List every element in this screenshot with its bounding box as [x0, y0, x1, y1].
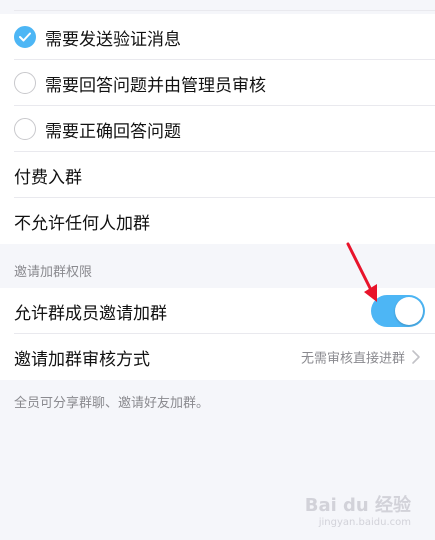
watermark-sub: jingyan.baidu.com: [318, 517, 411, 528]
baidu-watermark: Bai du 经验 jingyan.baidu.com: [305, 491, 411, 528]
invite-review-value: 无需审核直接进群: [300, 351, 405, 367]
chevron-right-icon: [412, 350, 420, 364]
radio-icon: [14, 72, 36, 94]
top-divider: [14, 10, 435, 11]
footnote: 全员可分享群聊、邀请好友加群。: [14, 396, 210, 411]
invite-review-item[interactable]: 邀请加群审核方式 无需审核直接进群: [0, 334, 435, 380]
paid-join-label: 付费入群: [14, 167, 82, 188]
watermark-main: Bai du 经验: [304, 495, 411, 516]
check-icon: [14, 26, 36, 48]
option-send-verification[interactable]: 需要发送验证消息: [0, 14, 435, 60]
option-label: 需要正确回答问题: [45, 121, 181, 142]
no-one-join-item[interactable]: 不允许任何人加群: [0, 198, 435, 244]
option-label: 需要回答问题并由管理员审核: [45, 75, 266, 96]
toggle-knob: [395, 297, 423, 325]
option-answer-and-review[interactable]: 需要回答问题并由管理员审核: [0, 60, 435, 106]
red-arrow-annotation: [346, 242, 377, 302]
option-answer-correctly[interactable]: 需要正确回答问题: [0, 106, 435, 152]
no-one-join-label: 不允许任何人加群: [14, 213, 150, 234]
radio-icon: [14, 118, 36, 140]
invite-review-label: 邀请加群审核方式: [14, 349, 150, 370]
option-label: 需要发送验证消息: [45, 29, 181, 50]
allow-member-invite-label: 允许群成员邀请加群: [14, 303, 167, 324]
paid-join-item[interactable]: 付费入群: [0, 152, 435, 198]
join-settings-card: 需要发送验证消息 需要回答问题并由管理员审核 需要正确回答问题 付费入群 不允许…: [0, 14, 435, 244]
